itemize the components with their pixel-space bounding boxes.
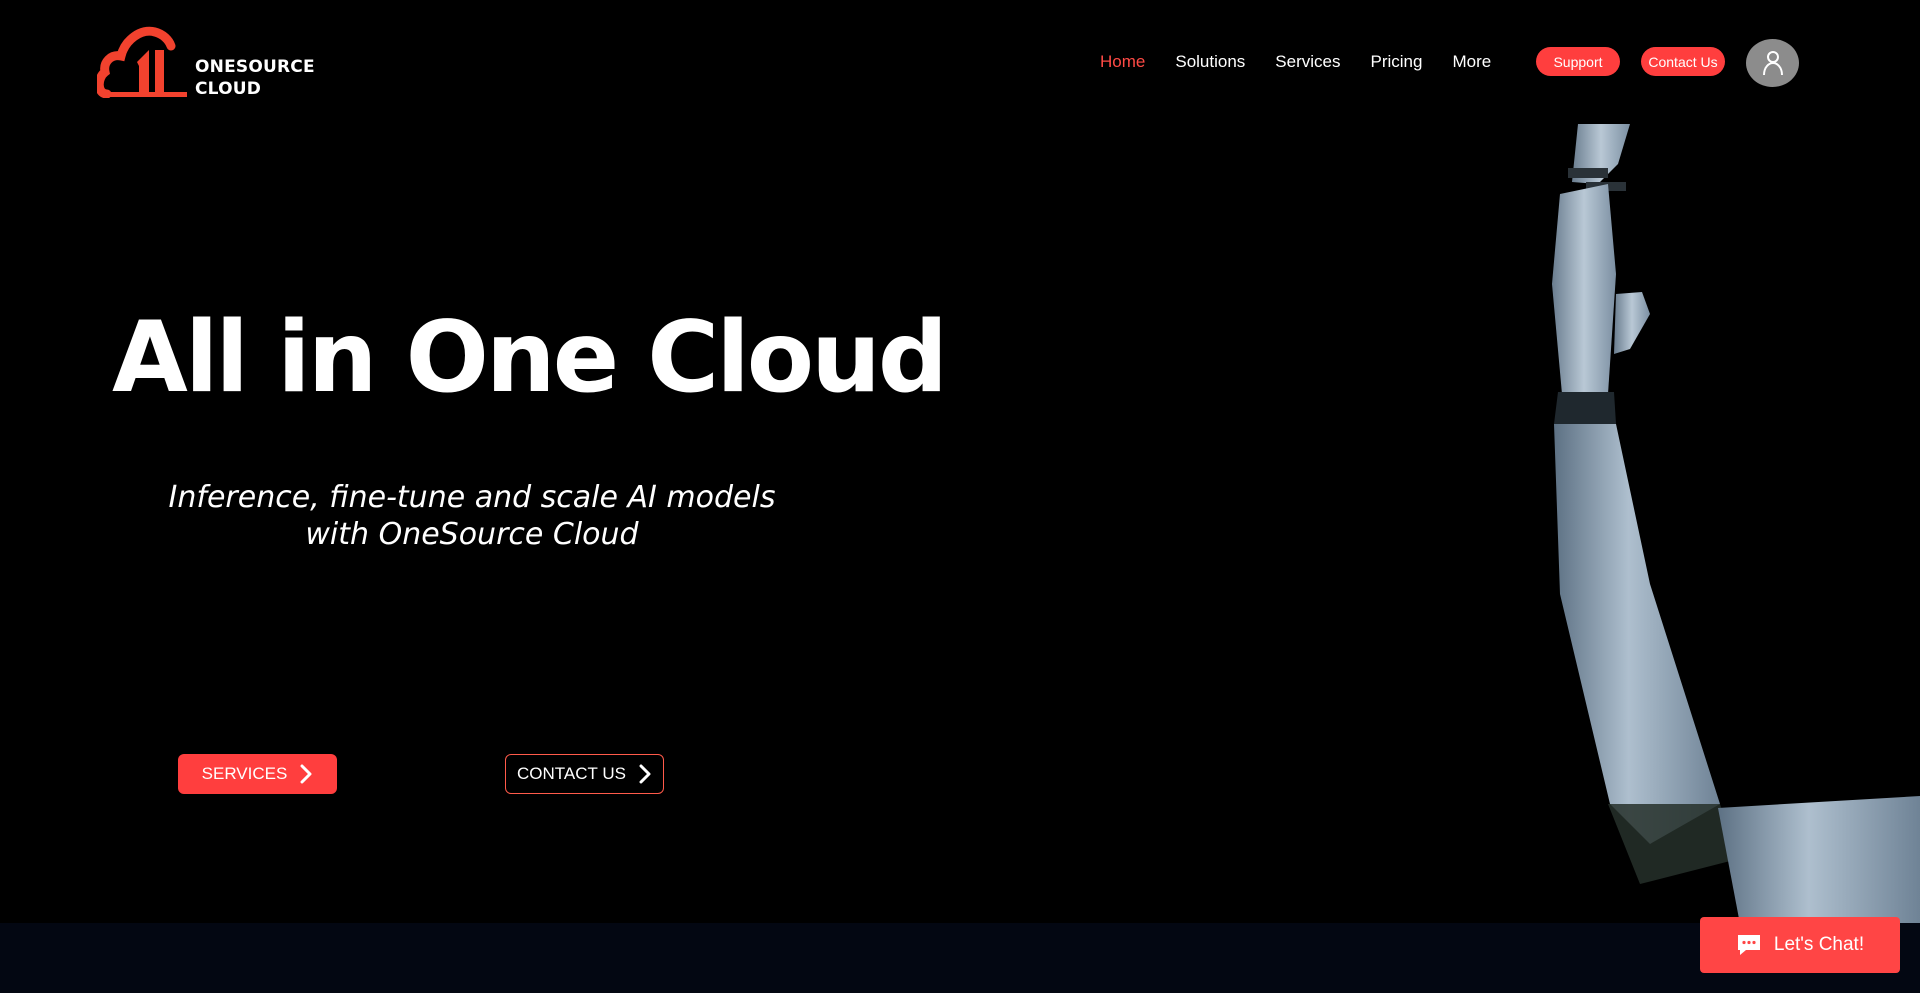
services-button-label: SERVICES: [201, 764, 288, 783]
robot-arm-image: [1552, 124, 1920, 924]
account-avatar-button[interactable]: [1746, 39, 1799, 87]
user-icon: [1762, 51, 1783, 76]
main-nav: Home Solutions Services Pricing More: [1100, 48, 1521, 76]
hero-subtitle: Inference, fine-tune and scale AI models…: [140, 479, 804, 553]
support-button[interactable]: Support: [1536, 47, 1620, 76]
nav-item-services[interactable]: Services: [1275, 52, 1340, 72]
brand-name-line1: ONESOURCE: [195, 57, 315, 77]
hero-subtitle-line2: with OneSource Cloud: [305, 517, 639, 552]
services-button[interactable]: SERVICES: [178, 754, 337, 794]
brand-logo[interactable]: ONESOURCE CLOUD: [97, 26, 322, 100]
lets-chat-button[interactable]: Let's Chat!: [1700, 917, 1900, 973]
nav-item-home[interactable]: Home: [1100, 52, 1145, 72]
next-section-band: [0, 923, 1920, 993]
nav-item-more[interactable]: More: [1452, 52, 1491, 72]
chat-bubble-icon: [1737, 935, 1760, 955]
nav-item-pricing[interactable]: Pricing: [1370, 52, 1422, 72]
cloud-logo-icon: [97, 26, 187, 98]
chevron-right-icon: [638, 764, 652, 784]
chevron-right-icon: [299, 764, 313, 784]
hero-subtitle-line1: Inference, fine-tune and scale AI models: [168, 480, 776, 515]
brand-name: ONESOURCE CLOUD: [195, 56, 315, 100]
nav-item-solutions[interactable]: Solutions: [1175, 52, 1245, 72]
contact-us-button-label: CONTACT US: [517, 764, 626, 783]
lets-chat-label: Let's Chat!: [1773, 934, 1865, 955]
site-header: ONESOURCE CLOUD Home Solutions Services …: [0, 0, 1920, 125]
contact-us-button[interactable]: CONTACT US: [505, 754, 664, 794]
hero-title: All in One Cloud: [112, 301, 948, 415]
brand-name-line2: CLOUD: [195, 79, 262, 99]
header-contact-button[interactable]: Contact Us: [1641, 47, 1725, 76]
